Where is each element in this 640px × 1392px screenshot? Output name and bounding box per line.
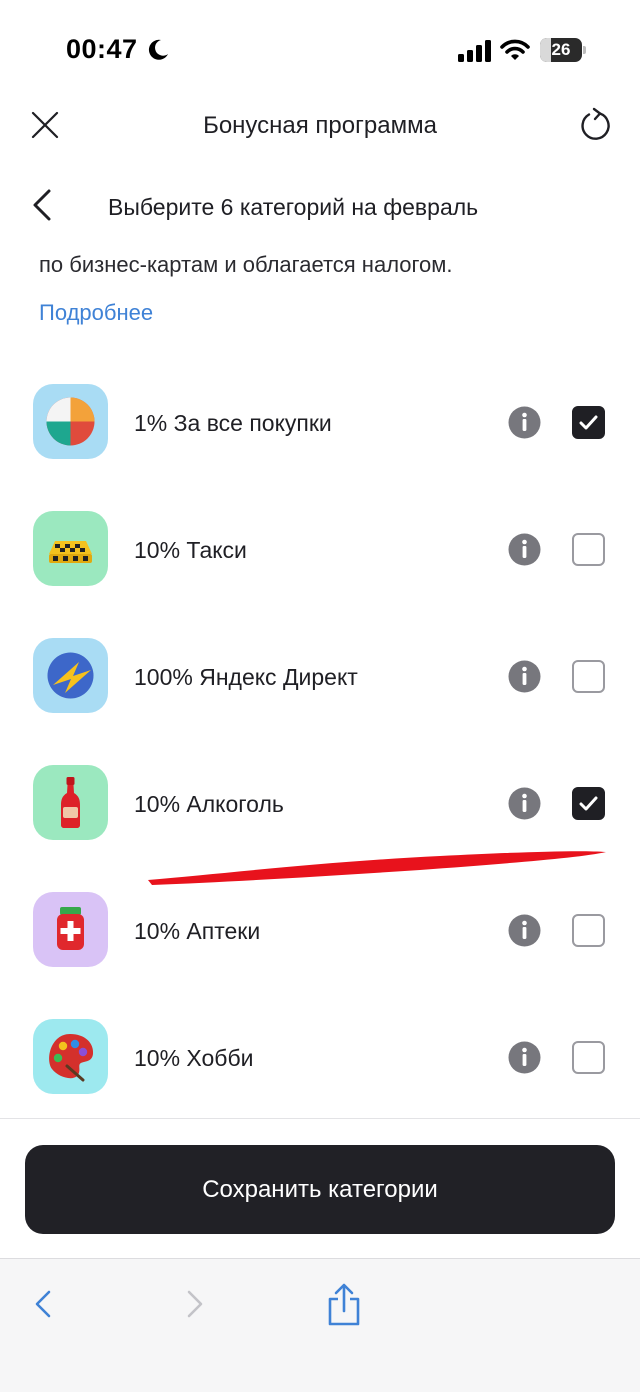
signal-icon (458, 40, 491, 62)
info-icon[interactable] (508, 406, 541, 439)
category-checkbox[interactable] (572, 787, 605, 820)
nav-forward-icon[interactable] (184, 1289, 206, 1319)
category-label: 10% Аптеки (134, 918, 261, 944)
status-time: 00:47 (66, 34, 138, 64)
category-checkbox[interactable] (572, 406, 605, 439)
category-checkbox[interactable] (572, 660, 605, 693)
category-label: 100% Яндекс Директ (134, 664, 358, 690)
list-item[interactable]: 10% Такси (0, 487, 640, 614)
info-icon[interactable] (508, 660, 541, 693)
info-icon[interactable] (508, 914, 541, 947)
save-categories-button[interactable]: Сохранить категории (25, 1145, 615, 1234)
nav-back-icon[interactable] (32, 1289, 54, 1319)
description-text: по бизнес-картам и облагается налогом. (39, 252, 453, 277)
list-item[interactable]: 100% Яндекс Директ (0, 614, 640, 741)
bottle-icon (33, 765, 108, 840)
checkmark-icon (579, 796, 598, 811)
page-title: Бонусная программа (203, 112, 437, 139)
yandex-direct-icon (33, 638, 108, 713)
browser-toolbar (0, 1258, 640, 1392)
category-label: 10% Хобби (134, 1045, 254, 1071)
refresh-icon[interactable] (578, 106, 614, 142)
category-checkbox[interactable] (572, 533, 605, 566)
more-link[interactable]: Подробнее (39, 300, 153, 326)
category-checkbox[interactable] (572, 914, 605, 947)
category-checkbox[interactable] (572, 1041, 605, 1074)
taxi-icon (33, 511, 108, 586)
checkmark-icon (579, 415, 598, 430)
info-icon[interactable] (508, 533, 541, 566)
bottom-divider (0, 1118, 640, 1119)
info-icon[interactable] (508, 787, 541, 820)
list-item[interactable]: 10% Хобби (0, 995, 640, 1122)
category-label: 1% За все покупки (134, 410, 332, 436)
share-icon[interactable] (326, 1283, 362, 1327)
section-title: Выберите 6 категорий на февраль (108, 194, 479, 220)
pharmacy-icon (33, 892, 108, 967)
pie-chart-icon (33, 384, 108, 459)
wifi-icon (500, 39, 530, 60)
list-item[interactable]: 1% За все покупки (0, 360, 640, 487)
section-header: Выберите 6 категорий на февраль (0, 176, 640, 236)
moon-icon (148, 39, 168, 60)
status-bar: 00:47 26 (0, 0, 640, 100)
annotation-stroke (148, 851, 606, 885)
palette-icon (33, 1019, 108, 1094)
battery-icon: 26 (540, 38, 586, 62)
category-label: 10% Такси (134, 537, 247, 563)
back-icon[interactable] (30, 188, 54, 222)
category-label: 10% Алкоголь (134, 791, 284, 817)
battery-level: 26 (551, 40, 571, 59)
top-bar: Бонусная программа (0, 96, 640, 156)
info-icon[interactable] (508, 1041, 541, 1074)
